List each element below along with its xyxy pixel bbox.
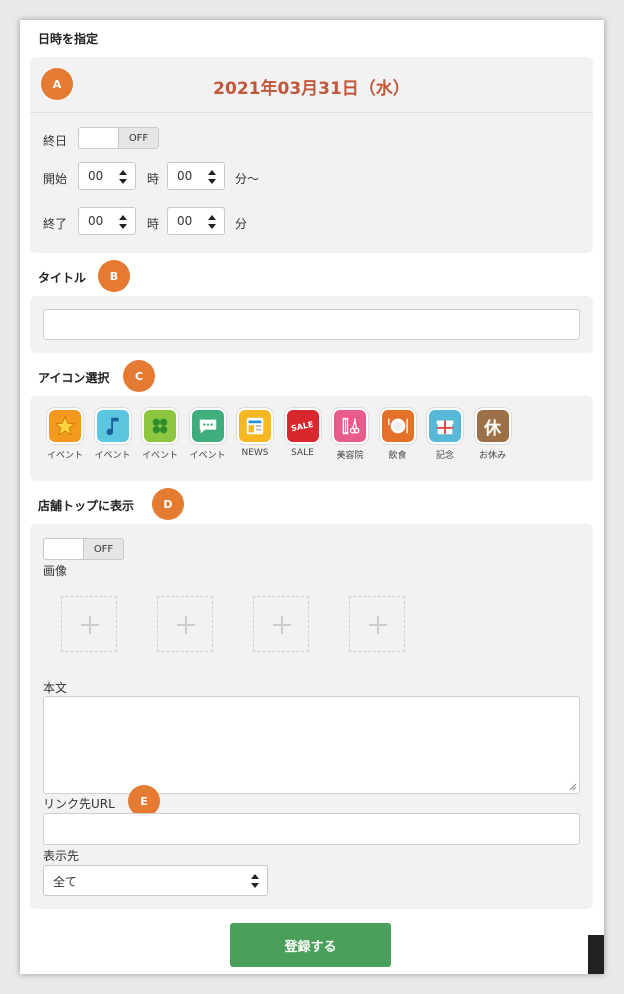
badge-c: C [123, 360, 155, 392]
icon-glyph-text: SALE [290, 419, 315, 433]
icon-option[interactable]: イベント [43, 408, 87, 461]
badge-b: B [98, 260, 130, 292]
icon-panel: イベント イベント イベント イベント NEWS SALE SALE 美容院 飲食 記念休お休み [30, 396, 593, 481]
icon-option[interactable]: 休お休み [471, 408, 515, 461]
add-image-slot-2[interactable] [157, 596, 213, 652]
select-arrows-icon [119, 170, 127, 184]
datetime-panel: A 2021年03月31日（水） 終日 OFF 開始 00 時 00 分～ 終了… [30, 57, 593, 253]
gift-icon [427, 408, 463, 444]
icon-caption: 美容院 [336, 451, 364, 461]
icon-caption: お休み [478, 451, 506, 461]
date-row: A 2021年03月31日（水） [30, 57, 593, 113]
add-image-slot-4[interactable] [349, 596, 405, 652]
icon-option[interactable]: NEWS [233, 408, 277, 458]
store-top-toggle-state: OFF [83, 539, 123, 559]
display-target-label: 表示先 [43, 849, 80, 863]
body-textarea[interactable] [43, 696, 580, 794]
start-label: 開始 [43, 172, 68, 186]
icon-option[interactable]: 飲食 [376, 408, 420, 461]
image-label: 画像 [43, 564, 68, 578]
display-target-select[interactable]: 全て [43, 865, 268, 896]
icon-option[interactable]: イベント [138, 408, 182, 461]
icon-caption: SALE [291, 448, 314, 458]
icon-caption: 記念 [435, 451, 454, 461]
icon-caption: イベント [141, 451, 178, 461]
start-hour-value: 00 [88, 169, 104, 183]
chat-bubble-icon [189, 408, 226, 444]
store-top-toggle[interactable]: OFF [43, 538, 124, 560]
clover-icon [142, 408, 178, 444]
datetime-section-title: 日時を指定 [38, 32, 99, 46]
selected-date[interactable]: 2021年03月31日（水） [30, 74, 593, 99]
icon-caption: イベント [189, 451, 226, 461]
icon-option[interactable]: SALE SALE [281, 408, 325, 458]
start-minute-select[interactable]: 00 [167, 162, 225, 190]
sale-icon: SALE [284, 408, 321, 444]
icon-option[interactable]: イベント [91, 408, 135, 461]
select-arrows-icon [208, 215, 216, 229]
resize-handle-icon[interactable] [569, 783, 577, 791]
body-label: 本文 [43, 681, 68, 695]
title-section-label: タイトル [38, 271, 87, 285]
select-arrows-icon [251, 874, 259, 888]
allday-label: 終日 [43, 134, 68, 148]
end-minute-value: 00 [177, 214, 193, 228]
end-hour-select[interactable]: 00 [78, 207, 136, 235]
star-icon [47, 408, 83, 444]
rest-icon: 休 [474, 408, 511, 444]
plate-icon [379, 408, 416, 444]
start-minute-value: 00 [177, 169, 193, 183]
icon-caption: イベント [46, 451, 83, 461]
store-top-panel: OFF 画像 本文 リンク先URL E 表示先 全て [30, 524, 593, 909]
select-arrows-icon [119, 215, 127, 229]
start-minute-unit: 分～ [235, 172, 260, 186]
start-hour-unit: 時 [147, 172, 160, 186]
news-icon [237, 408, 273, 444]
icon-caption: イベント [94, 451, 131, 461]
store-top-section-label: 店舗トップに表示 [38, 499, 135, 513]
icon-glyph-text: 休 [484, 418, 501, 439]
link-url-label: リンク先URL [43, 797, 115, 811]
title-panel [30, 296, 593, 353]
add-image-slot-1[interactable] [61, 596, 117, 652]
end-hour-value: 00 [88, 214, 104, 228]
allday-toggle[interactable]: OFF [78, 127, 159, 149]
music-note-icon [94, 408, 131, 444]
icon-option[interactable]: 記念 [423, 408, 467, 461]
submit-button[interactable]: 登録する [230, 923, 391, 967]
event-form: 日時を指定 A 2021年03月31日（水） 終日 OFF 開始 00 時 00… [20, 20, 604, 974]
icon-option[interactable]: 美容院 [328, 408, 372, 461]
end-minute-select[interactable]: 00 [167, 207, 225, 235]
icon-section-label: アイコン選択 [38, 371, 110, 385]
allday-toggle-state: OFF [118, 128, 158, 148]
title-input[interactable] [43, 309, 580, 340]
add-image-slot-3[interactable] [253, 596, 309, 652]
start-hour-select[interactable]: 00 [78, 162, 136, 190]
select-arrows-icon [208, 170, 216, 184]
icon-caption: NEWS [241, 448, 269, 458]
icon-caption: 飲食 [388, 451, 407, 461]
link-url-input[interactable] [43, 813, 580, 845]
end-minute-unit: 分 [235, 217, 248, 231]
comb-scissors-icon [332, 408, 368, 444]
display-target-value: 全て [53, 875, 78, 889]
corner-tab[interactable] [588, 935, 604, 974]
end-hour-unit: 時 [147, 217, 160, 231]
icon-option[interactable]: イベント [186, 408, 230, 461]
end-label: 終了 [43, 217, 68, 231]
badge-d: D [152, 488, 184, 520]
